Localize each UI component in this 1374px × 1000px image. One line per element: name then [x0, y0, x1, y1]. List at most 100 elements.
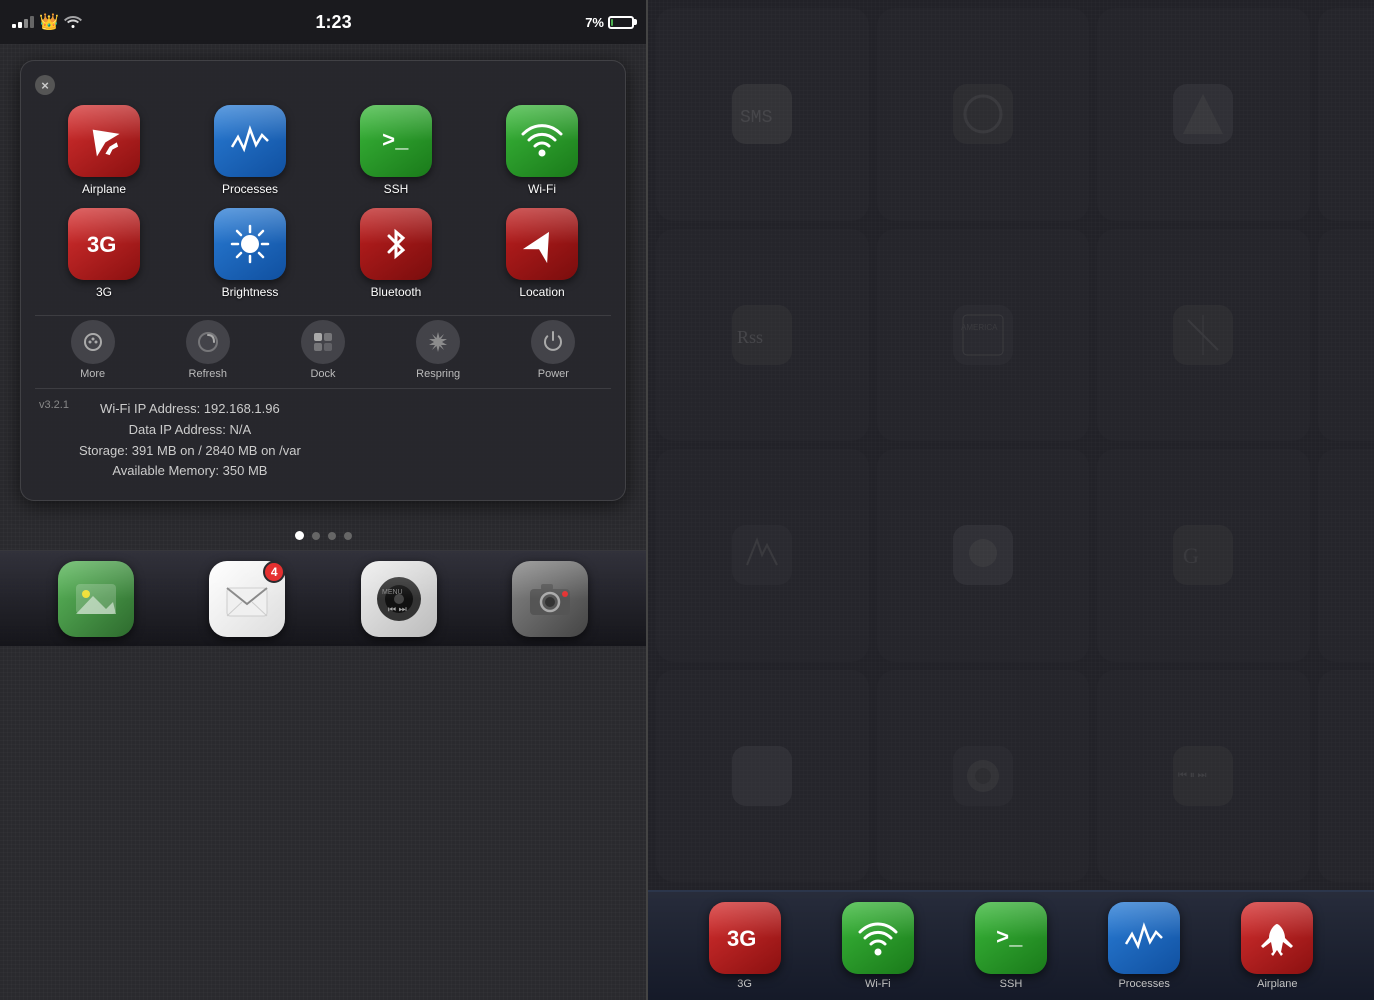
- quick-power[interactable]: Power: [531, 320, 575, 380]
- right-dock-airplane[interactable]: Airplane: [1241, 902, 1313, 990]
- dot-1[interactable]: [295, 531, 304, 540]
- bg-app-7: [1097, 229, 1310, 442]
- svg-text:G: G: [1183, 543, 1199, 568]
- dock-camera[interactable]: [510, 559, 590, 639]
- respring-label: Respring: [416, 368, 460, 380]
- carrier-icon: 👑: [39, 12, 59, 32]
- icon-item-processes[interactable]: Processes: [181, 105, 319, 196]
- quick-respring[interactable]: Respring: [416, 320, 460, 380]
- right-dock-airplane-label: Airplane: [1257, 978, 1297, 990]
- icon-item-ssh[interactable]: >_ SSH: [327, 105, 465, 196]
- power-icon: [531, 320, 575, 364]
- info-text: Wi-Fi IP Address: 192.168.1.96 Data IP A…: [79, 399, 301, 482]
- bluetooth-label: Bluetooth: [371, 285, 422, 299]
- quick-dock[interactable]: Dock: [301, 320, 345, 380]
- svg-text:>_: >_: [382, 129, 409, 154]
- data-ip-line: Data IP Address: N/A: [79, 420, 301, 441]
- bg-app-16: [1318, 670, 1374, 883]
- bg-app-1: SMS: [656, 8, 869, 221]
- icon-item-3g[interactable]: 3G 3G: [35, 208, 173, 299]
- left-dock: 4 MENU ⏮ ⏭: [0, 550, 646, 646]
- more-icon: [71, 320, 115, 364]
- wallpaper-grid: SMS Rss AMERICA G: [648, 0, 1374, 890]
- right-dock-3g[interactable]: 3G 3G: [709, 902, 781, 990]
- bg-app-10: [877, 449, 1090, 662]
- popup-widget: × Airplane: [20, 60, 626, 501]
- processes-label: Processes: [222, 182, 278, 196]
- airplane-icon-box: [68, 105, 140, 177]
- right-dock-ssh[interactable]: >_ SSH: [975, 902, 1047, 990]
- wifi-label: Wi-Fi: [528, 182, 556, 196]
- quick-refresh[interactable]: Refresh: [186, 320, 230, 380]
- dock-photos[interactable]: [56, 559, 136, 639]
- dock-label: Dock: [310, 368, 335, 380]
- right-dock: 3G 3G Wi-Fi >_ SSH: [648, 890, 1374, 1000]
- wifi-icon-box: [506, 105, 578, 177]
- dot-2[interactable]: [312, 532, 320, 540]
- signal-bars: [12, 16, 34, 28]
- 3g-icon-box: 3G: [68, 208, 140, 280]
- right-dock-wifi-label: Wi-Fi: [865, 978, 891, 990]
- dock-music[interactable]: MENU ⏮ ⏭: [359, 559, 439, 639]
- icon-item-bluetooth[interactable]: Bluetooth: [327, 208, 465, 299]
- status-right: 7%: [585, 15, 634, 30]
- processes-icon-box: [214, 105, 286, 177]
- bg-app-6: AMERICA: [877, 229, 1090, 442]
- wifi-status-icon: [64, 14, 82, 31]
- refresh-label: Refresh: [189, 368, 228, 380]
- bg-app-14: [877, 670, 1090, 883]
- page-dots: [0, 517, 646, 550]
- close-button[interactable]: ×: [35, 75, 55, 95]
- bg-app-3: [1097, 8, 1310, 221]
- right-dock-wifi[interactable]: Wi-Fi: [842, 902, 914, 990]
- icon-item-airplane[interactable]: Airplane: [35, 105, 173, 196]
- right-panel: SMS Rss AMERICA G: [648, 0, 1374, 1000]
- memory-line: Available Memory: 350 MB: [79, 461, 301, 482]
- bg-app-8: [1318, 229, 1374, 442]
- more-label: More: [80, 368, 105, 380]
- wifi-ip-line: Wi-Fi IP Address: 192.168.1.96: [79, 399, 301, 420]
- 3g-label: 3G: [96, 285, 112, 299]
- time-display: 1:23: [316, 12, 352, 33]
- icon-item-brightness[interactable]: Brightness: [181, 208, 319, 299]
- right-dock-3g-label: 3G: [737, 978, 752, 990]
- svg-text:3G: 3G: [727, 926, 756, 951]
- brightness-icon-box: [214, 208, 286, 280]
- dot-3[interactable]: [328, 532, 336, 540]
- refresh-icon: [186, 320, 230, 364]
- info-section: v3.2.1 Wi-Fi IP Address: 192.168.1.96 Da…: [35, 388, 611, 486]
- icon-item-wifi[interactable]: Wi-Fi: [473, 105, 611, 196]
- respring-icon: [416, 320, 460, 364]
- brightness-label: Brightness: [222, 285, 279, 299]
- svg-text:⏮ ⏸ ⏭: ⏮ ⏸ ⏭: [1178, 770, 1207, 781]
- svg-text:SMS: SMS: [740, 108, 772, 128]
- bg-app-11: G: [1097, 449, 1310, 662]
- quick-more[interactable]: More: [71, 320, 115, 380]
- bg-app-4: [1318, 8, 1374, 221]
- battery-percent: 7%: [585, 15, 604, 30]
- svg-text:⏮ ⏭: ⏮ ⏭: [388, 604, 407, 614]
- bg-app-5: Rss: [656, 229, 869, 442]
- bluetooth-icon-box: [360, 208, 432, 280]
- right-dock-processes[interactable]: Processes: [1108, 902, 1180, 990]
- airplane-label: Airplane: [82, 182, 126, 196]
- mail-badge: 4: [263, 561, 285, 583]
- status-bar: 👑 1:23 7%: [0, 0, 646, 44]
- svg-text:3G: 3G: [87, 232, 116, 257]
- status-left: 👑: [12, 12, 82, 32]
- dot-4[interactable]: [344, 532, 352, 540]
- left-panel: 👑 1:23 7% ×: [0, 0, 648, 1000]
- location-label: Location: [519, 285, 564, 299]
- dock-icon-quick: [301, 320, 345, 364]
- svg-text:>_: >_: [996, 926, 1023, 951]
- dock-mail[interactable]: 4: [207, 559, 287, 639]
- bg-app-13: [656, 670, 869, 883]
- bg-app-12: [1318, 449, 1374, 662]
- bg-app-2: [877, 8, 1090, 221]
- quick-actions-row: More Refresh: [35, 315, 611, 388]
- location-icon-box: [506, 208, 578, 280]
- bg-app-15: ⏮ ⏸ ⏭: [1097, 670, 1310, 883]
- popup-container: × Airplane: [0, 44, 646, 1000]
- bg-app-9: [656, 449, 869, 662]
- icon-item-location[interactable]: Location: [473, 208, 611, 299]
